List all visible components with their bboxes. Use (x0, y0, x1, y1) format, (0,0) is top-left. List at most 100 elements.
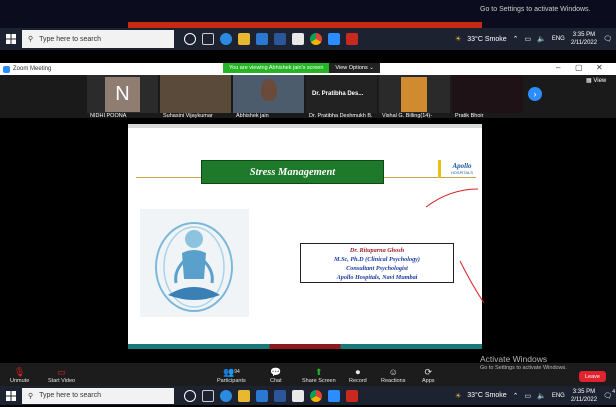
network-icon[interactable]: ▭ (525, 392, 532, 400)
tray-chevron-icon[interactable]: ⌃ (513, 35, 519, 43)
participant-tile-5[interactable]: Vishal G. Billing(14)- (379, 75, 450, 119)
logo-text: Apollo (452, 162, 472, 170)
mail-icon[interactable] (256, 389, 268, 402)
maximize-icon[interactable]: ▢ (575, 63, 583, 72)
unmute-button[interactable]: 🎙 Unmute (10, 366, 30, 385)
clock-date: 2/11/2022 (570, 396, 598, 403)
chat-button[interactable]: 💬 Chat (270, 366, 282, 385)
activate-windows-title: Activate Windows (480, 354, 548, 364)
zoom-taskbar-icon[interactable] (328, 389, 340, 402)
chat-icon: 💬 (270, 366, 282, 377)
notification-icon[interactable]: 🗨 (603, 35, 612, 43)
chat-label: Chat (270, 378, 282, 384)
pdf-icon[interactable] (346, 33, 358, 45)
view-label: View (593, 78, 607, 84)
next-participants-button[interactable]: › (528, 87, 542, 101)
windows-start-icon-bottom[interactable] (0, 385, 22, 407)
apps-label: Apps (422, 378, 435, 384)
file-explorer-icon[interactable] (238, 389, 250, 402)
weather-icon: ☀ (454, 392, 462, 400)
task-view-icon[interactable] (202, 389, 214, 402)
zoom-taskbar-icon[interactable] (328, 33, 340, 45)
taskbar-search-box-bottom[interactable]: ⚲ Type here to search (22, 387, 174, 404)
unmute-label: Unmute (10, 378, 30, 384)
chrome-icon[interactable] (310, 33, 322, 45)
taskbar-search-box[interactable]: ⚲ Type here to search (22, 30, 174, 48)
tray-chevron-icon[interactable]: ⌃ (513, 392, 519, 400)
taskbar-search-placeholder: Type here to search (39, 35, 102, 43)
slide-title-box: Stress Management (201, 160, 384, 184)
avatar: N (105, 77, 140, 112)
clock-time: 3:35 PM (572, 388, 596, 395)
minimize-icon[interactable]: – (556, 63, 560, 72)
file-explorer-icon[interactable] (238, 33, 250, 45)
edge-icon[interactable] (220, 33, 232, 45)
notification-count: 4 (612, 388, 615, 395)
taskbar-clock[interactable]: 3:35 PM 2/11/2022 (571, 31, 597, 47)
start-video-label: Start Video (48, 378, 76, 384)
participant-video-image (401, 77, 427, 112)
share-screen-icon: ⬆ (315, 366, 323, 377)
volume-icon[interactable]: 🔈 (537, 392, 546, 400)
task-view-icon[interactable] (202, 33, 214, 45)
mail-icon[interactable] (256, 33, 268, 45)
taskbar-top: ⚲ Type here to search ☀ 33°C Smoke ⌃ ▭ 🔈… (0, 28, 616, 50)
participants-label: Participants (217, 378, 246, 384)
reactions-button[interactable]: ☺ Reactions (381, 366, 405, 384)
participant-tile-1[interactable]: N NIDHI POONA (87, 75, 158, 119)
reactions-label: Reactions (381, 378, 406, 384)
leave-button[interactable]: Leave (579, 371, 606, 382)
slide-title: Stress Management (249, 166, 336, 178)
search-icon: ⚲ (28, 36, 34, 43)
clock-time: 3:35 PM (572, 32, 596, 38)
taskbar-clock-bottom[interactable]: 3:35 PM 2/11/2022 (571, 388, 597, 404)
participant-tile-4[interactable]: Dr. Pratibha Des... Dr. Pratibha Deshmuk… (306, 75, 377, 119)
weather-text[interactable]: 33°C Smoke (467, 36, 506, 43)
cortana-icon[interactable] (184, 389, 196, 402)
network-icon[interactable]: ▭ (525, 35, 532, 43)
participant-tile-overlay-name: Dr. Pratibha Des... (312, 91, 364, 97)
volume-icon[interactable]: 🔈 (537, 35, 546, 43)
weather-text-bottom[interactable]: 33°C Smoke (467, 392, 506, 399)
view-button[interactable]: ▦ View (586, 77, 606, 84)
store-icon[interactable] (292, 389, 304, 402)
apps-button[interactable]: ⟳ Apps (422, 366, 435, 385)
viewing-screen-banner: You are viewing Abhishek jain's screen V… (223, 63, 389, 73)
edge-icon[interactable] (220, 389, 232, 402)
participants-button[interactable]: 👥 94 Participants (217, 366, 246, 385)
participant-tile-2[interactable]: Suhasini Vijaykumar (160, 75, 231, 119)
pdf-icon[interactable] (346, 389, 358, 402)
language-icon[interactable]: ENG (552, 36, 565, 42)
annotation-strokes (425, 188, 485, 304)
record-button[interactable]: ⏺ Record (349, 366, 367, 385)
word-icon[interactable] (274, 389, 286, 402)
participant-strip: N NIDHI POONA Suhasini Vijaykumar Abhish… (0, 75, 616, 119)
view-options-button[interactable]: View Options ⌄ (329, 63, 380, 73)
participants-icon: 👥 94 (222, 366, 240, 377)
logo-accent-bar (438, 160, 441, 178)
logo-subtext: HOSPITALS (450, 170, 474, 175)
start-video-button[interactable]: ▭ Start Video (48, 366, 76, 385)
apollo-logo: Apollo HOSPITALS (444, 162, 480, 180)
meditation-illustration (140, 209, 249, 317)
reactions-icon: ☺ (388, 367, 398, 377)
participants-count: 94 (234, 369, 240, 375)
taskbar-bottom: ⚲ Type here to search ☀ 33°C Smoke ⌃ ▭ 🔈… (0, 386, 616, 405)
store-icon[interactable] (292, 33, 304, 45)
chrome-icon[interactable] (310, 389, 322, 402)
weather-icon: ☀ (454, 36, 462, 43)
share-screen-label: Share Screen (302, 378, 336, 384)
word-icon[interactable] (274, 33, 286, 45)
windows-start-icon[interactable] (0, 28, 22, 50)
close-icon[interactable]: ✕ (596, 63, 603, 72)
participant-tile-6[interactable]: Pratik Bhoir (452, 75, 523, 119)
participant-video-face (261, 79, 277, 101)
participant-tile-3[interactable]: Abhishek jain (233, 75, 304, 119)
record-icon: ⏺ (355, 366, 361, 377)
notification-icon[interactable]: 🗨 4 (603, 388, 615, 400)
search-icon: ⚲ (28, 392, 34, 400)
slide-bottom-bar (128, 344, 482, 349)
cortana-icon[interactable] (184, 33, 196, 45)
share-screen-button[interactable]: ⬆ Share Screen (302, 366, 336, 385)
language-icon[interactable]: ENG (552, 393, 565, 399)
